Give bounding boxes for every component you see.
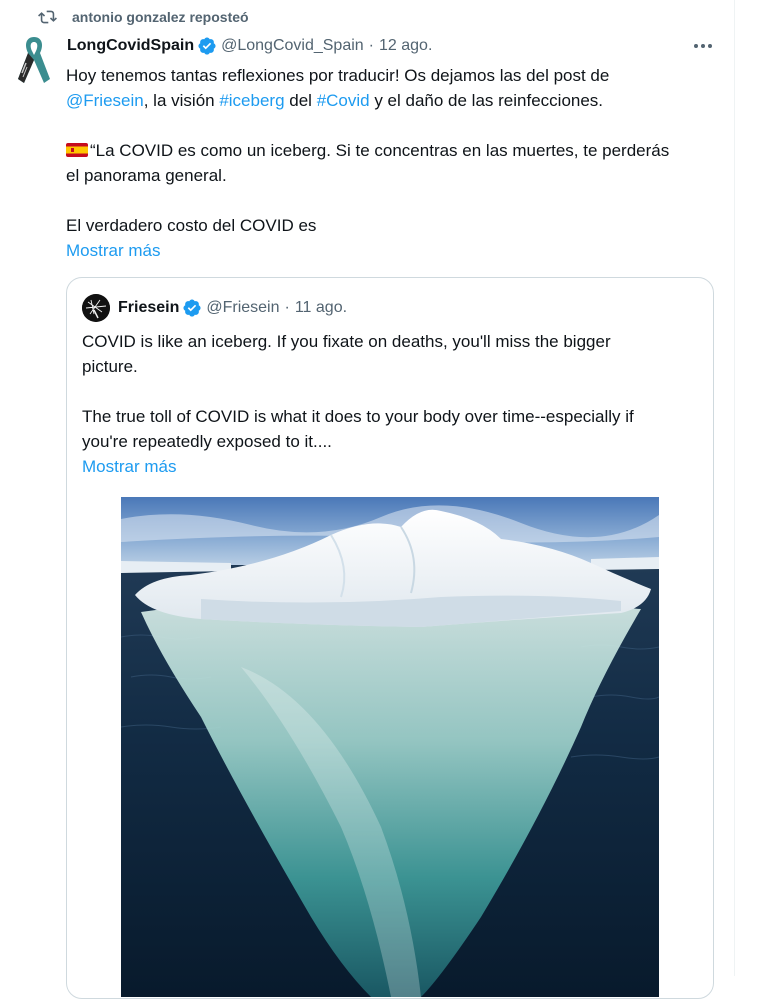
tweet-line: el panorama general. <box>66 163 716 188</box>
text-segment: del <box>284 91 317 110</box>
tweet-line: @Friesein, la visión #iceberg del #Covid… <box>66 88 716 113</box>
verified-badge-icon[interactable] <box>197 36 217 56</box>
separator-dot: · <box>284 299 290 316</box>
text-segment: Hoy tenemos tantas reflexiones por tradu… <box>66 66 610 85</box>
text-segment: “La COVID es como un iceberg. Si te conc… <box>90 141 670 160</box>
quoted-author-name[interactable]: Friesein <box>118 299 179 317</box>
tweet-text: Hoy tenemos tantas reflexiones por tradu… <box>66 63 716 263</box>
repost-icon <box>38 9 57 25</box>
quoted-author-handle[interactable]: @Friesein <box>206 299 279 317</box>
quoted-date[interactable]: 11 ago. <box>295 299 347 317</box>
tweet-line: Mostrar más <box>66 238 716 263</box>
quoted-line: you're repeatedly exposed to it.... <box>82 432 332 451</box>
quoted-line: The true toll of COVID is what it does t… <box>82 407 634 426</box>
tweet-line: El verdadero costo del COVID es <box>66 213 716 238</box>
spain-flag-icon <box>66 140 88 157</box>
author-name[interactable]: LongCovidSpain <box>67 37 194 55</box>
quoted-text: COVID is like an iceberg. If you fixate … <box>82 329 702 479</box>
timeline-border <box>734 0 735 976</box>
text-segment: El verdadero costo del COVID es <box>66 216 317 235</box>
hashtag-link[interactable]: #iceberg <box>219 91 284 110</box>
quoted-header: Friesein @Friesein · 11 ago. <box>82 294 347 322</box>
quoted-line: COVID is like an iceberg. If you fixate … <box>82 332 611 351</box>
ribbon-avatar-icon[interactable] <box>14 33 54 85</box>
quoted-line: Mostrar más <box>82 454 702 479</box>
mention-link[interactable]: @Friesein <box>66 91 144 110</box>
show-more-link[interactable]: Mostrar más <box>66 241 160 260</box>
repost-label: antonio gonzalez reposteó <box>72 9 249 25</box>
quoted-tweet-card[interactable]: Friesein @Friesein · 11 ago. COVID is li… <box>66 277 714 999</box>
tweet-line: Hoy tenemos tantas reflexiones por tradu… <box>66 63 716 88</box>
more-options-icon[interactable] <box>690 36 716 56</box>
text-segment: el panorama general. <box>66 166 227 185</box>
quoted-line: picture. <box>82 357 138 376</box>
tweet-header: LongCovidSpain @LongCovid_Spain · 12 ago… <box>67 36 432 56</box>
separator-dot: · <box>368 37 374 54</box>
repost-context[interactable]: antonio gonzalez reposteó <box>38 9 249 25</box>
verified-badge-icon[interactable] <box>182 298 202 318</box>
iceberg-photo[interactable] <box>121 497 659 997</box>
show-more-link[interactable]: Mostrar más <box>82 457 176 476</box>
text-segment: , la visión <box>143 91 220 110</box>
hashtag-link[interactable]: #Covid <box>317 91 370 110</box>
tweet-line: “La COVID es como un iceberg. Si te conc… <box>66 138 716 163</box>
friesein-avatar-icon[interactable] <box>82 294 110 322</box>
text-segment: y el daño de las reinfecciones. <box>369 91 604 110</box>
author-handle[interactable]: @LongCovid_Spain <box>221 37 364 55</box>
tweet-date[interactable]: 12 ago. <box>379 37 432 55</box>
